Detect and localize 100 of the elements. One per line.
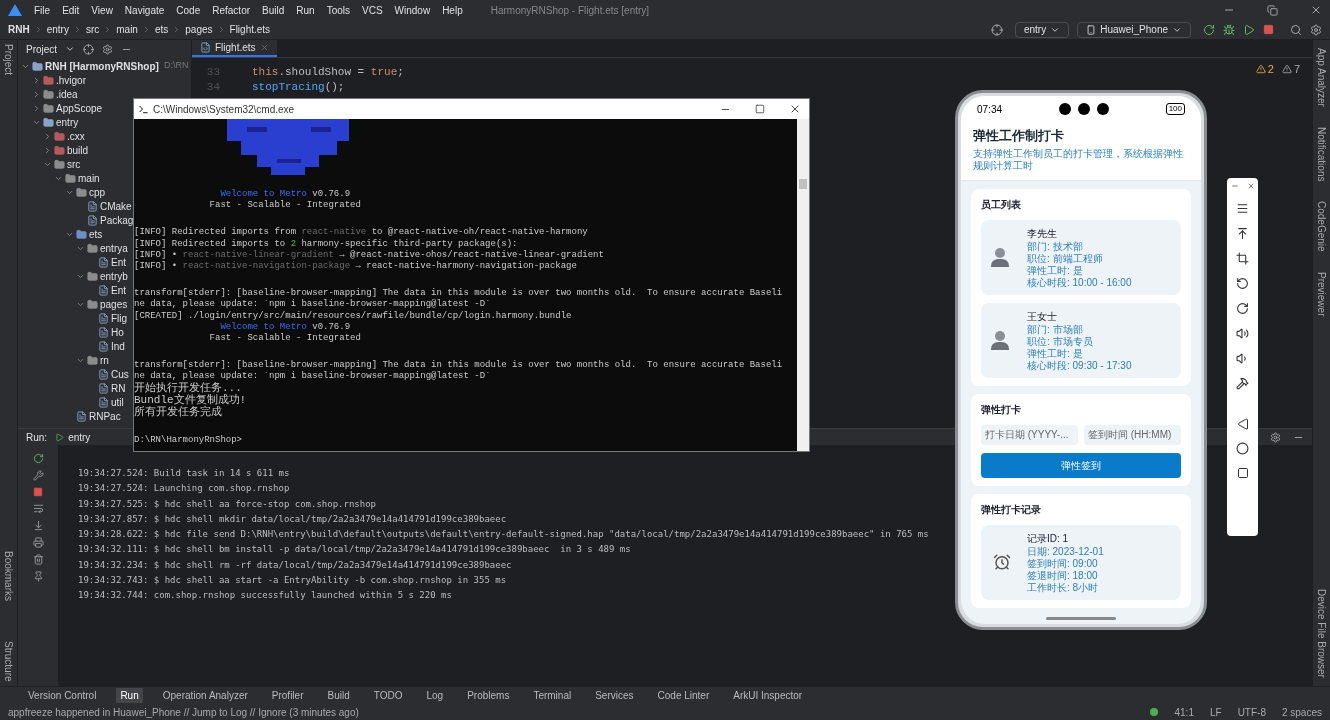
tree-item[interactable]: main: [78, 170, 100, 186]
rerun-icon[interactable]: [1203, 23, 1215, 36]
employee-card[interactable]: 李先生 部门: 技术部 职位: 前端工程师 弹性工时: 是 核心时段: 10:00 - 16:00: [981, 219, 1181, 295]
home-icon[interactable]: [1236, 442, 1249, 455]
tool-window-tab[interactable]: TODO: [369, 688, 407, 703]
breadcrumb-item[interactable]: Flight.ets: [229, 22, 271, 37]
menu-item[interactable]: File: [34, 2, 51, 18]
tool-window-tab[interactable]: ArkUI Inspector: [729, 688, 807, 703]
caret-icon[interactable]: [65, 44, 76, 54]
crop-icon[interactable]: [1236, 252, 1249, 265]
tree-item[interactable]: ets: [89, 226, 103, 242]
volume-up-icon[interactable]: [1236, 327, 1249, 340]
line-ending[interactable]: LF: [1209, 704, 1222, 720]
back-icon[interactable]: [1236, 418, 1249, 430]
tree-item[interactable]: .idea: [56, 86, 78, 102]
close-icon[interactable]: [789, 103, 801, 115]
expand-chevron-icon[interactable]: [32, 103, 41, 113]
menu-item[interactable]: Run: [296, 2, 315, 18]
configuration-tab[interactable]: entry: [55, 429, 91, 445]
maximize-icon[interactable]: [755, 104, 765, 114]
tree-item[interactable]: AppScope: [56, 100, 103, 116]
menu-item[interactable]: Navigate: [124, 2, 165, 18]
employee-card[interactable]: 王女士 部门: 市场部 职位: 市场专员 弹性工时: 是 核心时段: 09:30 - 17:30: [981, 302, 1181, 378]
rerun-icon[interactable]: [32, 453, 44, 464]
close-icon[interactable]: [1246, 182, 1255, 190]
module-dropdown[interactable]: entry: [1014, 21, 1070, 38]
tool-window-tab[interactable]: Profiler: [267, 688, 308, 703]
tool-window-tab[interactable]: Version Control: [24, 688, 101, 703]
editor-tab[interactable]: Flight.ets: [192, 40, 277, 57]
tree-item[interactable]: build: [67, 142, 89, 158]
pin-icon[interactable]: [32, 571, 44, 582]
side-tool-tab[interactable]: Structure: [1, 641, 16, 682]
tree-item[interactable]: Flig: [111, 310, 128, 326]
menu-item[interactable]: Code: [176, 2, 201, 18]
settings-icon[interactable]: [1270, 431, 1281, 443]
rotate-left-icon[interactable]: [1236, 277, 1249, 290]
tree-item[interactable]: .hvigor: [56, 72, 86, 88]
panel-title[interactable]: Project: [26, 41, 58, 57]
tool-window-tab[interactable]: Build: [323, 688, 354, 703]
settings-icon[interactable]: [102, 43, 114, 55]
menu-item[interactable]: Window: [394, 2, 431, 18]
tree-item[interactable]: RNH [HarmonyRNShop]: [45, 58, 159, 74]
menu-item[interactable]: View: [91, 2, 113, 18]
tree-item[interactable]: Ent: [111, 282, 126, 298]
menu-item[interactable]: VCS: [362, 2, 383, 18]
tree-item[interactable]: CMake: [100, 198, 132, 214]
indent-setting[interactable]: 2 spaces: [1281, 704, 1322, 720]
breadcrumb-item[interactable]: pages: [185, 22, 213, 37]
tool-window-tab[interactable]: Services: [591, 688, 638, 703]
tool-window-tab[interactable]: Run: [116, 688, 143, 703]
tool-window-tab[interactable]: Code Linter: [653, 688, 714, 703]
breadcrumb-item[interactable]: entry: [46, 22, 69, 37]
scroll-to-end-icon[interactable]: [32, 520, 44, 531]
side-tool-tab[interactable]: Device File Browser: [1314, 589, 1329, 678]
menu-icon[interactable]: [1236, 202, 1249, 215]
tree-item[interactable]: Ent: [111, 254, 126, 270]
tool-window-tab[interactable]: Log: [422, 688, 448, 703]
cursor-position[interactable]: 41:1: [1174, 704, 1194, 720]
tree-item[interactable]: pages: [100, 296, 128, 312]
tree-item[interactable]: entrya: [100, 240, 128, 256]
breadcrumb-item[interactable]: RNH: [8, 22, 30, 37]
stop-icon[interactable]: [33, 487, 43, 497]
volume-down-icon[interactable]: [1236, 352, 1249, 365]
side-tool-tab[interactable]: Previewer: [1314, 272, 1329, 317]
expand-chevron-icon[interactable]: [43, 145, 52, 155]
tree-item[interactable]: util: [111, 394, 124, 410]
menu-item[interactable]: Edit: [62, 2, 80, 18]
menu-item[interactable]: Build: [262, 2, 285, 18]
breadcrumb-item[interactable]: src: [85, 22, 100, 37]
expand-chevron-icon[interactable]: [32, 89, 41, 99]
side-tool-tab[interactable]: App Analyzer: [1314, 48, 1329, 107]
tree-item[interactable]: .cxx: [67, 128, 85, 144]
expand-chevron-icon[interactable]: [43, 131, 52, 141]
tree-item[interactable]: Ind: [111, 338, 125, 354]
menu-item[interactable]: Refactor: [212, 2, 251, 18]
tree-item[interactable]: src: [67, 156, 81, 172]
close-icon[interactable]: [1310, 4, 1322, 16]
run-icon[interactable]: [1243, 23, 1255, 36]
side-tool-tab[interactable]: Notifications: [1314, 126, 1329, 182]
menu-item[interactable]: Tools: [326, 2, 350, 18]
soft-wrap-icon[interactable]: [32, 503, 44, 514]
settings-icon[interactable]: [1310, 23, 1322, 36]
scrollbar[interactable]: [797, 119, 809, 451]
tree-item[interactable]: entry: [56, 114, 79, 130]
tree-item[interactable]: Cus: [111, 366, 129, 382]
trash-icon[interactable]: [32, 554, 44, 565]
tree-item[interactable]: Packag: [100, 212, 134, 228]
weak-warning-count[interactable]: 7: [1281, 61, 1300, 78]
side-tool-tab[interactable]: Project: [1, 44, 16, 76]
breadcrumb-item[interactable]: main: [116, 22, 138, 37]
menu-item[interactable]: Help: [442, 2, 463, 18]
file-encoding[interactable]: UTF-8: [1237, 704, 1266, 720]
locate-icon[interactable]: [83, 43, 95, 55]
tree-item[interactable]: Ho: [111, 324, 124, 340]
tree-item[interactable]: rn: [100, 352, 109, 368]
warning-count[interactable]: 2: [1255, 61, 1274, 78]
breadcrumb-item[interactable]: ets: [154, 22, 169, 37]
tool-window-tab[interactable]: Problems: [463, 688, 514, 703]
time-field[interactable]: 签到时间 (HH:MM): [1084, 424, 1181, 445]
check-in-button[interactable]: 弹性签到: [981, 452, 1181, 478]
